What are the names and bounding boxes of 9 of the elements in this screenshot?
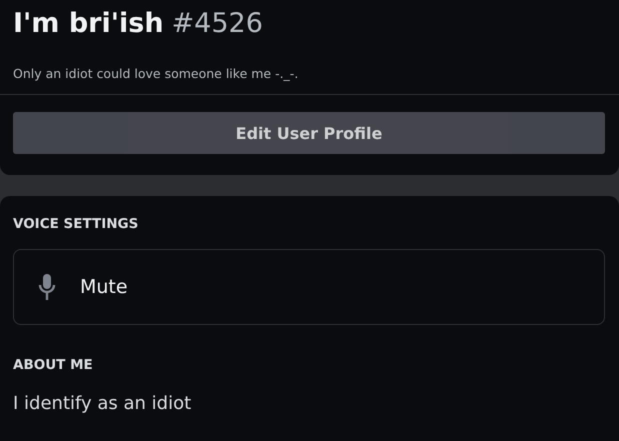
edit-profile-button[interactable]: Edit User Profile (13, 112, 605, 154)
microphone-icon (37, 273, 57, 301)
about-text: I identify as an idiot (13, 393, 192, 414)
display-name: I'm bri'ish (13, 8, 164, 39)
section-heading: VOICE SETTINGS (13, 216, 140, 232)
section-heading: ABOUT ME (13, 357, 94, 373)
custom-status: Only an idiot could love someone like me -._-. (13, 66, 300, 81)
mute-button[interactable]: Mute (13, 249, 605, 325)
user-tag: #4526 (172, 8, 263, 39)
